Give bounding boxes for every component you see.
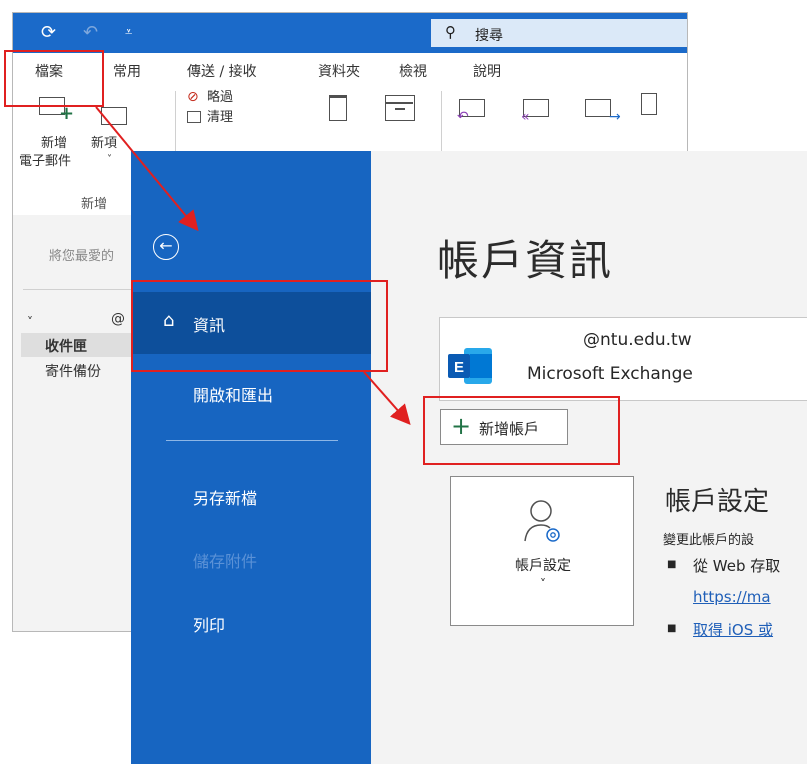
annotation-arrow-2 <box>363 371 411 426</box>
annotation-arrow-1 <box>95 106 199 232</box>
annotation-arrows <box>95 106 411 426</box>
